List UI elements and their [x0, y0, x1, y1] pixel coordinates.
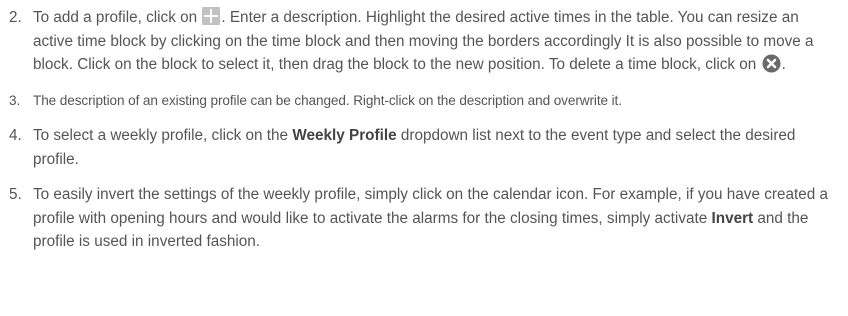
step-number: 2. [9, 9, 22, 26]
close-circle-icon [762, 54, 781, 73]
step-number: 5. [9, 186, 22, 203]
step-text: To select a weekly profile, click on the [33, 127, 293, 144]
step-number: 4. [9, 127, 22, 144]
step-text: . [781, 56, 786, 73]
step-number: 3. [9, 92, 21, 108]
step-4: 4. To select a weekly profile, click on … [0, 124, 836, 171]
step-2: 2. To add a profile, click on . Enter a … [0, 6, 836, 77]
step-text: To easily invert the settings of the wee… [33, 186, 828, 227]
weekly-profile-term: Weekly Profile [292, 127, 397, 144]
step-text: The description of an existing profile c… [33, 92, 622, 108]
step-text: To add a profile, click on [33, 9, 202, 26]
step-3: 3. The description of an existing profil… [0, 89, 836, 113]
plus-icon [202, 7, 221, 25]
step-5: 5. To easily invert the settings of the … [0, 183, 836, 254]
invert-term: Invert [711, 209, 754, 227]
instruction-list: 2. To add a profile, click on . Enter a … [0, 0, 848, 254]
